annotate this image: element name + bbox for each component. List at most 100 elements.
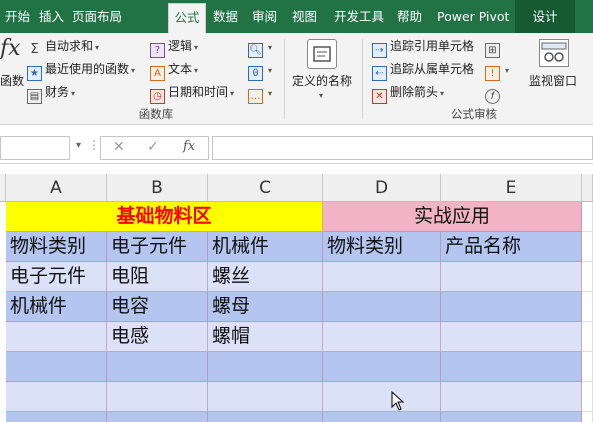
tab-power-pivot[interactable]: Power Pivot <box>437 0 509 33</box>
cell-a5[interactable] <box>6 322 107 352</box>
cell-e2[interactable]: 产品名称 <box>441 232 582 262</box>
tab-insert[interactable]: 插入 <box>39 0 65 33</box>
trace-precedents-button[interactable]: ⇢ 追踪引用单元格 <box>372 36 474 58</box>
cell[interactable] <box>582 412 593 422</box>
cell-c2[interactable]: 机械件 <box>208 232 323 262</box>
header-basic-materials[interactable]: 基础物料区 <box>6 202 323 232</box>
watch-window-icon[interactable] <box>539 39 569 67</box>
tab-page-layout[interactable]: 页面布局 <box>72 0 126 33</box>
cell-c8[interactable] <box>208 412 323 422</box>
watch-window-button[interactable]: 监视窗口 <box>529 71 577 91</box>
cell-c5[interactable]: 螺帽 <box>208 322 323 352</box>
cell-a7[interactable] <box>6 382 107 412</box>
chevron-down-icon[interactable]: ▾ <box>76 140 81 151</box>
cell-c6[interactable] <box>208 352 323 382</box>
cell-d6[interactable] <box>323 352 441 382</box>
cell[interactable] <box>582 352 593 382</box>
cell-e7[interactable] <box>441 382 582 412</box>
tab-help[interactable]: 帮助 <box>397 0 423 33</box>
column-header-f[interactable] <box>582 174 593 202</box>
excel-window: 开始 插入 页面布局 公式 数据 审阅 视图 开发工具 帮助 Power Piv… <box>0 0 593 422</box>
cell-b4[interactable]: 电容 <box>107 292 208 322</box>
insert-function-icon[interactable]: 𝑓x <box>0 38 21 60</box>
tab-data[interactable]: 数据 <box>213 0 239 33</box>
cell-e6[interactable] <box>441 352 582 382</box>
cell-d5[interactable] <box>323 322 441 352</box>
cell[interactable] <box>582 202 593 232</box>
defined-names-icon[interactable] <box>307 39 337 69</box>
cell-b6[interactable] <box>107 352 208 382</box>
tab-formulas[interactable]: 公式 <box>168 3 206 33</box>
cell-a8[interactable] <box>6 412 107 422</box>
math-trig-button[interactable]: θ ▾ <box>248 59 272 81</box>
cell-b3[interactable]: 电阻 <box>107 262 208 292</box>
cell-c4[interactable]: 螺母 <box>208 292 323 322</box>
error-checking-button[interactable]: ! ▾ <box>485 59 509 81</box>
column-header-e[interactable]: E <box>441 174 582 202</box>
text-button[interactable]: A 文本 ▾ <box>150 59 198 81</box>
name-box[interactable] <box>0 136 70 160</box>
ribbon-separator <box>284 39 285 119</box>
check-icon[interactable]: ✓ <box>147 139 159 155</box>
cell[interactable] <box>582 382 593 412</box>
cell[interactable] <box>582 322 593 352</box>
column-header-d[interactable]: D <box>323 174 441 202</box>
trace-dependents-button[interactable]: ⇠ 追踪从属单元格 <box>372 59 474 81</box>
financial-button[interactable]: ▤ 财务 ▾ <box>27 82 76 104</box>
cell-d8[interactable] <box>323 412 441 422</box>
header-practical-application[interactable]: 实战应用 <box>323 202 582 232</box>
star-icon: ★ <box>27 66 42 81</box>
cell-a3[interactable]: 电子元件 <box>6 262 107 292</box>
lookup-reference-button[interactable]: 🔍︎ ▾ <box>248 36 272 58</box>
cell-a4[interactable]: 机械件 <box>6 292 107 322</box>
cell-e3[interactable] <box>441 262 582 292</box>
cell[interactable] <box>582 292 593 322</box>
cell-c7[interactable] <box>208 382 323 412</box>
cell-b2[interactable]: 电子元件 <box>107 232 208 262</box>
formula-input[interactable] <box>212 136 593 160</box>
cell-c3[interactable]: 螺丝 <box>208 262 323 292</box>
cell-b7[interactable] <box>107 382 208 412</box>
cell-a2[interactable]: 物料类别 <box>6 232 107 262</box>
column-header-b[interactable]: B <box>107 174 208 202</box>
cell-b5[interactable]: 电感 <box>107 322 208 352</box>
tab-review[interactable]: 审阅 <box>252 0 278 33</box>
remove-arrows-button[interactable]: ✕ 删除箭头 ▾ <box>372 82 445 104</box>
datetime-button[interactable]: ◷ 日期和时间 ▾ <box>150 82 234 104</box>
autosum-button[interactable]: Σ 自动求和 ▾ <box>27 36 99 56</box>
cell-d4[interactable] <box>323 292 441 322</box>
autosum-label: 自动求和 <box>45 39 94 53</box>
show-formulas-button[interactable]: ⊞ <box>485 36 503 58</box>
formula-auditing-group-label: 公式审核 <box>451 107 497 121</box>
logical-button[interactable]: ? 逻辑 ▾ <box>150 36 198 58</box>
insert-function-label[interactable]: 函数 <box>0 71 24 91</box>
chevron-down-icon: ▾ <box>131 66 136 75</box>
splitter-dots-icon[interactable]: ⋮ <box>88 138 100 152</box>
column-header-c[interactable]: C <box>208 174 323 202</box>
tab-view[interactable]: 视图 <box>292 0 318 33</box>
cell-a6[interactable] <box>6 352 107 382</box>
cell-e4[interactable] <box>441 292 582 322</box>
evaluate-formula-button[interactable]: 𝑓 <box>485 82 503 104</box>
chevron-down-icon: ▾ <box>440 89 445 98</box>
trace-precedents-icon: ⇢ <box>372 43 387 58</box>
chevron-down-icon: ▾ <box>71 89 76 98</box>
cell-e5[interactable] <box>441 322 582 352</box>
recently-used-button[interactable]: ★ 最近使用的函数 ▾ <box>27 59 136 81</box>
tab-home[interactable]: 开始 <box>5 0 31 33</box>
cell-b8[interactable] <box>107 412 208 422</box>
cell-d3[interactable] <box>323 262 441 292</box>
more-functions-button[interactable]: … ▾ <box>248 82 272 104</box>
cell[interactable] <box>582 232 593 262</box>
chevron-down-icon: ▾ <box>95 43 100 52</box>
tab-design[interactable]: 设计 <box>515 0 575 33</box>
cell-e8[interactable] <box>441 412 582 422</box>
tab-developer[interactable]: 开发工具 <box>334 0 386 33</box>
show-formulas-icon: ⊞ <box>485 43 500 58</box>
cell-d2[interactable]: 物料类别 <box>323 232 441 262</box>
fx-icon[interactable]: fx <box>183 139 195 154</box>
close-icon[interactable]: ✕ <box>113 139 125 155</box>
cell-d7[interactable] <box>323 382 441 412</box>
cell[interactable] <box>582 262 593 292</box>
column-header-a[interactable]: A <box>6 174 107 202</box>
